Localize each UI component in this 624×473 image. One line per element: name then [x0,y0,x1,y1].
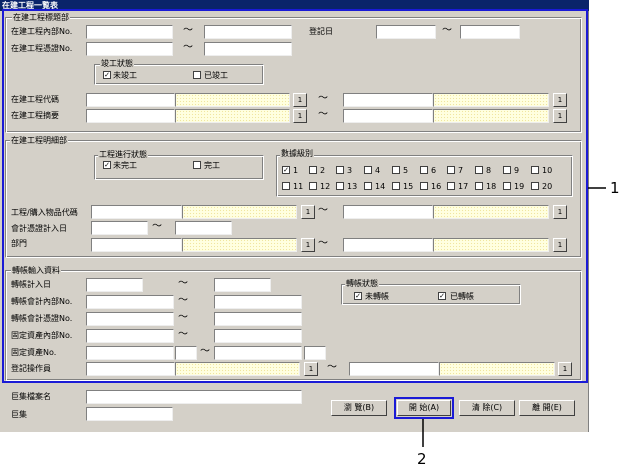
callout-two-number: 2 [417,450,427,468]
callout-lines [422,187,606,447]
callout-one-number: 1 [610,179,620,197]
